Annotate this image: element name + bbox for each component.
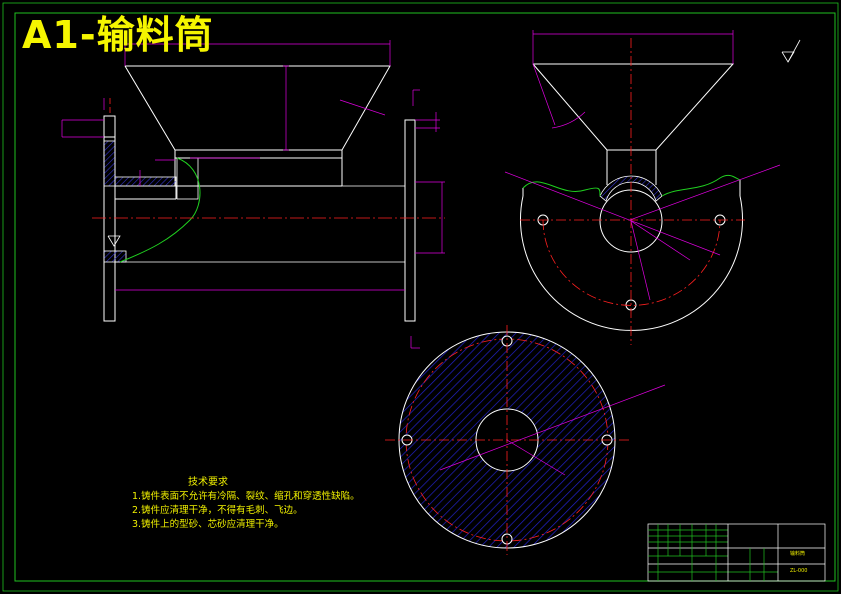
drawing-title: A1-输料筒 — [22, 13, 214, 57]
disc-view — [385, 325, 666, 555]
side-view — [504, 30, 801, 345]
titleblock-part-name: 输料筒 — [790, 551, 806, 557]
tech-heading: 技术要求 — [188, 477, 228, 488]
tech-item-3: 3.铸件上的型砂、芯砂应清理干净。 — [132, 519, 284, 530]
tech-item-1: 1.铸件表面不允许有冷隔、裂纹、缩孔和穿透性缺陷。 — [132, 491, 360, 502]
technical-requirements: 技术要求 1.铸件表面不允许有冷隔、裂纹、缩孔和穿透性缺陷。 2.铸件应清理干净… — [132, 476, 360, 532]
tech-item-2: 2.铸件应清理干净，不得有毛刺、飞边。 — [132, 505, 303, 516]
front-view — [61, 40, 445, 349]
cad-drawing — [2, 2, 839, 592]
titleblock-drawing-no: ZL-000 — [790, 568, 808, 574]
